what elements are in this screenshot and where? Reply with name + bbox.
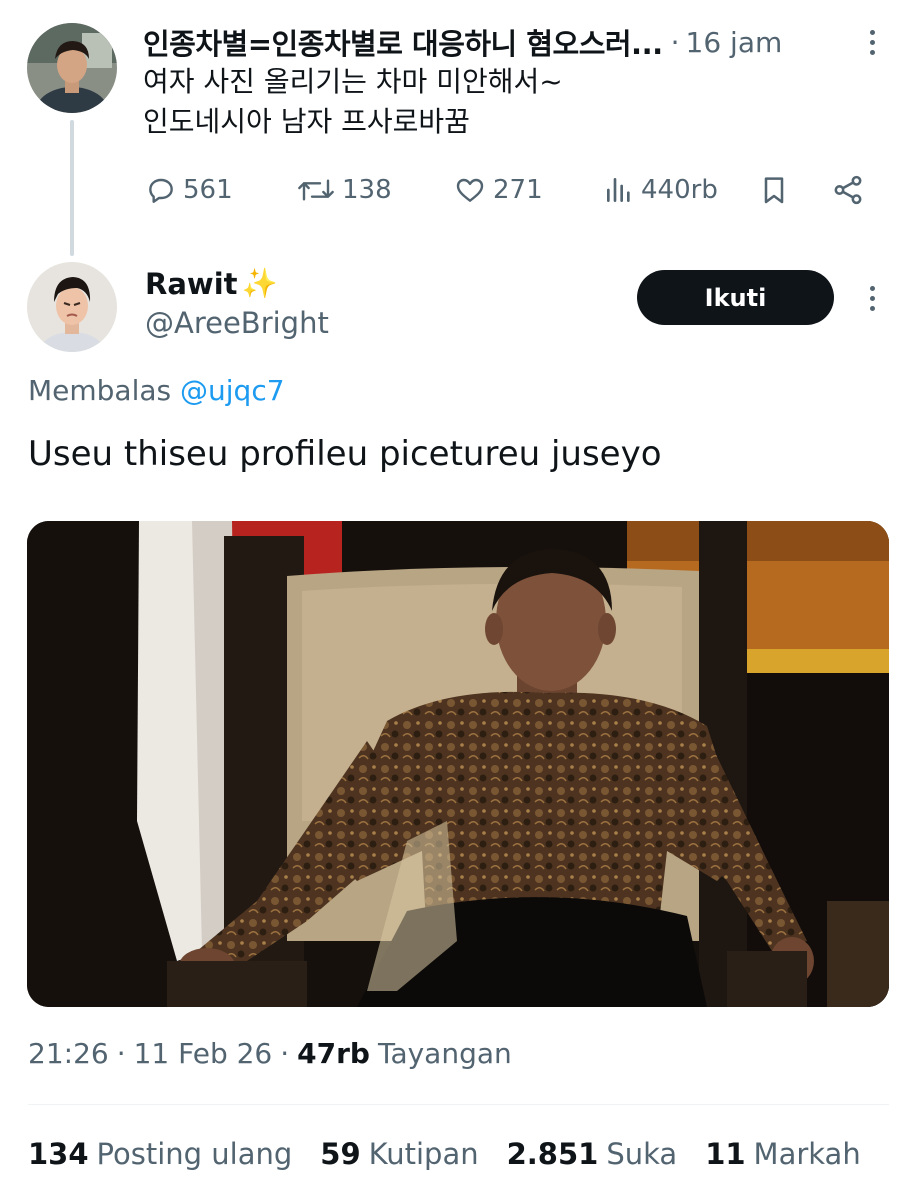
- thread-connector-line: [70, 120, 74, 256]
- engagement-stats: 134 Posting ulang 59 Kutipan 2.851 Suka …: [28, 1137, 889, 1181]
- reply-button[interactable]: 561: [145, 165, 233, 215]
- parent-tweet-line: 인도네시아 남자 프사로바꿈: [143, 105, 470, 138]
- more-icon[interactable]: [860, 278, 884, 318]
- meta-separator: ·: [116, 1037, 126, 1070]
- quotes-stat-label: Kutipan: [368, 1137, 479, 1171]
- repost-button[interactable]: 138: [296, 165, 392, 215]
- quotes-stat-count: 59: [320, 1137, 361, 1171]
- bookmarks-stat[interactable]: 11 Markah: [705, 1137, 861, 1171]
- parent-tweet[interactable]: 인종차별=인종차별로 대응하니 혐오스러... · 16 jam 여자 사진 올…: [0, 0, 916, 262]
- like-count: 271: [493, 175, 543, 205]
- views-total: 47rb: [297, 1037, 370, 1070]
- tweet-date[interactable]: 11 Feb 26: [134, 1037, 273, 1070]
- parent-tweet-time[interactable]: 16 jam: [686, 26, 783, 59]
- reposts-stat-count: 134: [28, 1137, 89, 1171]
- views-count: 440rb: [641, 175, 718, 205]
- reposts-stat-label: Posting ulang: [96, 1137, 293, 1171]
- reply-tweet-text: Useu thiseu profileu picetureu juseyo: [28, 434, 662, 474]
- bookmarks-stat-label: Markah: [753, 1137, 861, 1171]
- tweet-meta: 21:26 · 11 Feb 26 · 47rb Tayangan: [28, 1037, 512, 1070]
- reply-count: 561: [183, 175, 233, 205]
- display-name: Rawit: [145, 266, 238, 301]
- parent-author-name[interactable]: 인종차별=인종차별로 대응하니 혐오스러...: [143, 21, 663, 63]
- views-icon: [607, 178, 630, 202]
- share-button[interactable]: [831, 165, 865, 215]
- repost-count: 138: [342, 175, 392, 205]
- like-icon: [456, 178, 484, 202]
- parent-tweet-line: 여자 사진 올리기는 차마 미안해서~: [143, 65, 563, 98]
- parent-tweet-text: 여자 사진 올리기는 차마 미안해서~ 인도네시아 남자 프사로바꿈: [143, 62, 883, 142]
- reposts-stat[interactable]: 134 Posting ulang: [28, 1137, 292, 1171]
- replying-label: Membalas: [28, 374, 172, 407]
- like-button[interactable]: 271: [453, 165, 543, 215]
- likes-stat-count: 2.851: [506, 1137, 599, 1171]
- more-icon[interactable]: [860, 22, 884, 62]
- quotes-stat[interactable]: 59 Kutipan: [320, 1137, 478, 1171]
- sparkles-emoji: ✨: [241, 266, 278, 300]
- reply-author-avatar[interactable]: [27, 262, 117, 352]
- replying-to-mention[interactable]: @ujqc7: [180, 374, 285, 407]
- views-button[interactable]: 440rb: [603, 165, 718, 215]
- reply-author-handle[interactable]: @AreeBright: [145, 306, 329, 340]
- parent-tweet-separator: ·: [670, 25, 680, 59]
- reply-icon: [149, 178, 173, 203]
- bookmark-button[interactable]: [758, 165, 790, 215]
- divider: [28, 1104, 889, 1105]
- tweet-photo[interactable]: [27, 521, 889, 1007]
- repost-icon: [298, 179, 334, 201]
- parent-tweet-actions: 561 138 271 440rb: [143, 165, 883, 215]
- parent-tweet-header: 인종차별=인종차별로 대응하니 혐오스러... · 16 jam: [143, 22, 863, 62]
- share-icon: [834, 175, 862, 205]
- likes-stat[interactable]: 2.851 Suka: [507, 1137, 678, 1171]
- follow-button[interactable]: Ikuti: [637, 270, 834, 325]
- reply-author-name[interactable]: Rawit ✨: [145, 266, 278, 301]
- replying-to: Membalas @ujqc7: [28, 374, 285, 407]
- meta-separator: ·: [280, 1037, 290, 1070]
- views-label: Tayangan: [377, 1037, 512, 1070]
- likes-stat-label: Suka: [606, 1137, 678, 1171]
- parent-author-avatar[interactable]: [27, 23, 117, 113]
- bookmark-icon: [764, 177, 784, 204]
- tweet-time[interactable]: 21:26: [28, 1037, 109, 1070]
- bookmarks-stat-count: 11: [705, 1137, 746, 1171]
